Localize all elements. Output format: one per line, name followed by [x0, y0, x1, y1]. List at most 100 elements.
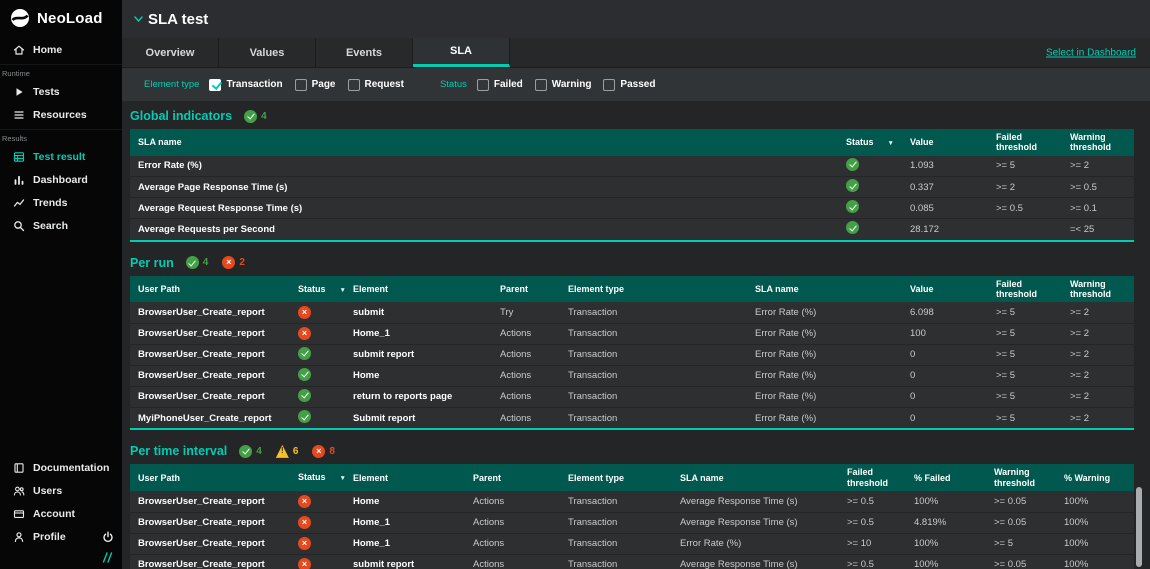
column-header-element[interactable]: Element	[345, 464, 465, 491]
cell-element: Home_1	[345, 512, 465, 533]
column-header-label: User Path	[138, 284, 180, 294]
checkbox-failed[interactable]: Failed	[477, 79, 523, 91]
cell-warning_threshold: >= 2	[1062, 323, 1134, 344]
collapse-title-chevron-icon[interactable]	[134, 16, 143, 22]
select-in-dashboard-link[interactable]: Select in Dashboard	[1046, 47, 1136, 58]
status-filter-caret-icon[interactable]: ▼	[888, 140, 894, 147]
status-filter-caret-icon[interactable]: ▼	[340, 287, 346, 294]
cell-failed_threshold: >= 5	[988, 156, 1062, 177]
column-header-pct_failed[interactable]: % Failed	[906, 464, 986, 491]
column-header-parent[interactable]: Parent	[492, 276, 560, 303]
badge-count: 4	[203, 257, 209, 268]
cell-sla_name: Error Rate (%)	[747, 386, 902, 407]
column-header-failed_threshold[interactable]: Failed threshold	[988, 276, 1062, 303]
checkbox-box[interactable]	[348, 79, 360, 91]
checkbox-page[interactable]: Page	[295, 79, 336, 91]
scrollbar-thumb[interactable]	[1136, 487, 1142, 567]
checkbox-box[interactable]	[295, 79, 307, 91]
sidebar-item-trends[interactable]: Trends	[0, 191, 122, 214]
users-icon	[13, 485, 25, 497]
cell-parent: Actions	[465, 491, 560, 512]
column-header-status[interactable]: Status▼	[838, 129, 902, 156]
column-header-failed_threshold[interactable]: Failed threshold	[988, 129, 1062, 156]
sidebar-collapse[interactable]	[0, 548, 122, 565]
status-cell	[838, 156, 902, 177]
cell-user_path: BrowserUser_Create_report	[130, 512, 290, 533]
table-row: Average Page Response Time (s)0.337>= 2>…	[130, 177, 1134, 198]
column-header-user_path[interactable]: User Path	[130, 276, 290, 303]
sidebar-item-users[interactable]: Users	[0, 479, 122, 502]
status-cell	[290, 365, 345, 386]
column-header-element[interactable]: Element	[345, 276, 492, 303]
checkbox-passed[interactable]: Passed	[603, 79, 655, 91]
checkbox-box[interactable]	[603, 79, 615, 91]
column-header-sla_name[interactable]: SLA name	[672, 464, 839, 491]
column-header-warning_threshold[interactable]: Warning threshold	[1062, 129, 1134, 156]
checkbox-box[interactable]	[535, 79, 547, 91]
column-header-pct_warning[interactable]: % Warning	[1056, 464, 1134, 491]
status-filter-caret-icon[interactable]: ▼	[340, 475, 346, 482]
status-cell: ×	[290, 533, 345, 554]
checkbox-box[interactable]	[209, 79, 221, 91]
tab-overview[interactable]: Overview	[122, 38, 219, 67]
cell-failed_threshold: >= 5	[988, 407, 1062, 428]
column-header-sla_name[interactable]: SLA name	[130, 129, 838, 156]
column-header-warning_threshold[interactable]: Warning threshold	[1062, 276, 1134, 303]
cell-pct_failed: 100%	[906, 491, 986, 512]
status-passed-icon	[846, 158, 859, 171]
column-header-warning_threshold[interactable]: Warning threshold	[986, 464, 1056, 491]
cell-user_path: BrowserUser_Create_report	[130, 365, 290, 386]
sidebar-item-profile[interactable]: Profile	[0, 525, 122, 548]
column-header-value[interactable]: Value	[902, 276, 988, 303]
column-header-user_path[interactable]: User Path	[130, 464, 290, 491]
cell-sla_name: Average Request Response Time (s)	[130, 198, 838, 219]
column-header-status[interactable]: Status▼	[290, 276, 345, 303]
status-cell: ×	[290, 302, 345, 323]
cell-warning_threshold: >= 2	[1062, 365, 1134, 386]
per-run-table-wrap: User Path Status▼ElementParentElement typ…	[130, 276, 1134, 431]
sidebar-item-search[interactable]: Search	[0, 214, 122, 237]
cell-element_type: Transaction	[560, 323, 747, 344]
column-header-element_type[interactable]: Element type	[560, 276, 747, 303]
cell-failed_threshold: >= 5	[988, 323, 1062, 344]
tab-events[interactable]: Events	[316, 38, 413, 67]
checkbox-transaction[interactable]: Transaction	[209, 79, 282, 91]
sidebar: NeoLoad Home Runtime Tests Resources Res…	[0, 0, 122, 569]
column-header-label: Failed threshold	[996, 132, 1037, 152]
sidebar-item-tests[interactable]: Tests	[0, 80, 122, 103]
checkbox-label: Transaction	[226, 79, 282, 90]
column-header-label: Element	[353, 473, 388, 483]
tab-sla[interactable]: SLA	[413, 38, 510, 67]
power-icon[interactable]	[102, 531, 114, 543]
column-header-label: User Path	[138, 473, 180, 483]
column-header-parent[interactable]: Parent	[465, 464, 560, 491]
column-header-element_type[interactable]: Element type	[560, 464, 672, 491]
cell-sla_name: Error Rate (%)	[747, 407, 902, 428]
cell-element: return to reports page	[345, 386, 492, 407]
checkbox-request[interactable]: Request	[348, 79, 404, 91]
cell-value: 0.085	[902, 198, 988, 219]
sidebar-item-home[interactable]: Home	[0, 38, 122, 61]
checkbox-warning[interactable]: Warning	[535, 79, 592, 91]
checkbox-box[interactable]	[477, 79, 489, 91]
sidebar-item-resources[interactable]: Resources	[0, 103, 122, 126]
column-header-sla_name[interactable]: SLA name	[747, 276, 902, 303]
sidebar-item-documentation[interactable]: Documentation	[0, 456, 122, 479]
tab-values[interactable]: Values	[219, 38, 316, 67]
sidebar-item-dashboard[interactable]: Dashboard	[0, 168, 122, 191]
column-header-label: Failed threshold	[847, 467, 888, 487]
cell-pct_warning: 100%	[1056, 533, 1134, 554]
column-header-value[interactable]: Value	[902, 129, 988, 156]
cell-sla_name: Error Rate (%)	[672, 533, 839, 554]
sidebar-item-label: Account	[33, 508, 75, 520]
column-header-failed_threshold[interactable]: Failed threshold	[839, 464, 906, 491]
section-badges: 4!6×8	[239, 445, 335, 458]
cell-value: 1.093	[902, 156, 988, 177]
status-cell	[838, 177, 902, 198]
badge-count: 2	[239, 257, 245, 268]
sidebar-item-account[interactable]: Account	[0, 502, 122, 525]
cell-value: 6.098	[902, 302, 988, 323]
column-header-status[interactable]: Status▼	[290, 464, 345, 491]
sidebar-item-test-result[interactable]: Test result	[0, 145, 122, 168]
column-header-label: % Failed	[914, 473, 951, 483]
